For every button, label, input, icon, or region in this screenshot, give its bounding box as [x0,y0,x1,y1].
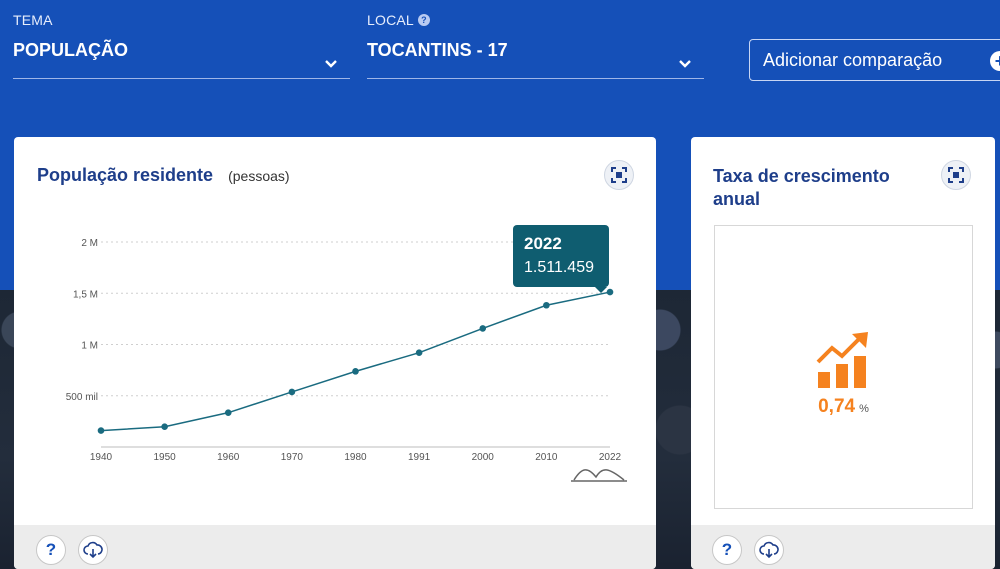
chevron-down-icon[interactable] [323,56,339,72]
help-icon[interactable]: ? [417,14,430,26]
chevron-down-icon[interactable] [677,56,693,72]
y-tick-label: 1,5 M [73,289,98,300]
local-underline [367,78,704,79]
add-comparison-button[interactable]: Adicionar comparação + [749,39,1000,81]
x-tick-label: 1940 [90,452,113,463]
expand-icon [948,167,964,183]
x-tick-label: 1950 [154,452,177,463]
local-label-row: LOCAL ? [367,12,508,28]
data-point [288,388,296,396]
growth-rate-value: 0,74 [818,396,856,417]
growth-title: Taxa de crescimento anual [713,165,890,211]
data-point [161,423,168,431]
x-tick-label: 2022 [599,452,622,463]
growth-title-line1: Taxa de crescimento [713,166,890,186]
y-tick-label: 2 M [81,238,98,249]
population-card: População residente (pessoas) 500 mil 1 M… [14,137,656,569]
tema-value[interactable]: POPULAÇÃO [13,40,128,61]
data-point [479,325,487,332]
population-title-row: População residente (pessoas) [37,165,290,186]
population-title: População residente [37,165,214,185]
x-tick-label: 1970 [281,452,304,463]
expand-icon [611,167,627,183]
x-tick-label: 1991 [408,452,431,463]
data-point [352,368,359,375]
local-value[interactable]: TOCANTINS - 17 [367,40,508,61]
download-button[interactable] [754,535,784,565]
download-button[interactable] [78,535,108,565]
growth-rate-value-row: 0,74% [715,396,972,418]
tema-label: TEMA [13,12,53,28]
series-line [100,291,611,432]
tema-underline [13,78,350,79]
data-point [606,288,614,296]
local-label: LOCAL [367,12,414,28]
growth-title-line2: anual [713,189,761,209]
local-filter[interactable]: LOCAL ? TOCANTINS - 17 [367,12,704,79]
plus-icon: + [990,51,1000,71]
data-point [543,301,550,309]
data-point [97,427,105,434]
x-tick-label: 2010 [535,452,558,463]
chart-tooltip: 2022 1.511.459 [513,225,609,293]
growth-rate-box: 0,74% [714,225,973,509]
population-card-footer: ? [14,525,656,569]
chart-type-icon[interactable] [570,463,628,483]
growth-rate-card: Taxa de crescimento anual 0,74% ? [691,137,995,569]
y-tick-label: 1 M [81,341,98,352]
population-unit: (pessoas) [228,168,290,184]
cloud-download-icon [83,541,103,559]
growth-card-footer: ? [691,525,995,569]
x-tick-label: 2000 [472,452,495,463]
tema-filter[interactable]: TEMA POPULAÇÃO [13,12,350,79]
question-icon: ? [721,540,733,559]
x-tick-label: 1960 [217,452,240,463]
cloud-download-icon [759,541,779,559]
growth-rate-unit: % [859,403,869,415]
expand-button[interactable] [941,160,971,190]
expand-button[interactable] [604,160,634,190]
growth-chart-icon [816,332,868,388]
help-button[interactable]: ? [712,535,742,565]
data-point [224,409,232,416]
tooltip-year: 2022 [524,234,562,253]
y-tick-label: 500 mil [66,392,98,403]
question-icon: ? [45,540,57,559]
help-button[interactable]: ? [36,535,66,565]
x-tick-label: 1980 [344,452,367,463]
add-comparison-label: Adicionar comparação [763,50,943,70]
tooltip-value: 1.511.459 [524,259,594,276]
data-point [415,349,423,356]
